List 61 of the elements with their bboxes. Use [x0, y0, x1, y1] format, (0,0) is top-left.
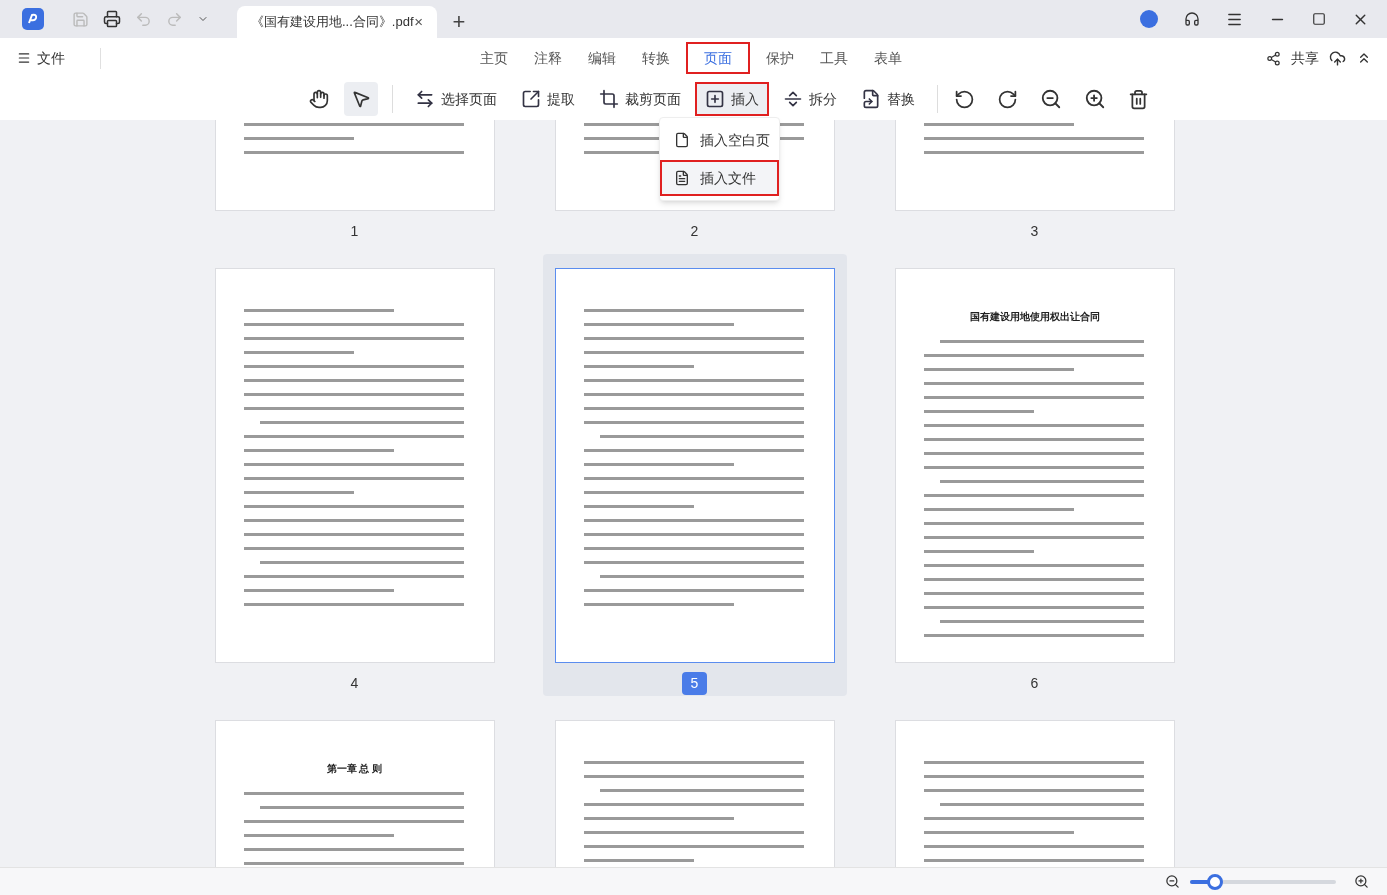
- menu-tab[interactable]: 工具: [809, 42, 858, 74]
- menu-item[interactable]: 插入文件: [660, 160, 779, 196]
- share-label[interactable]: 共享: [1291, 47, 1319, 69]
- crop-icon: [599, 89, 619, 109]
- export-icon: [521, 89, 541, 109]
- cursor-icon: [351, 89, 371, 109]
- page-number[interactable]: 5: [681, 672, 708, 695]
- close-tab-button[interactable]: ×: [414, 10, 423, 34]
- toolbar-button[interactable]: 插入: [695, 82, 769, 116]
- split-icon: [783, 89, 803, 109]
- cloud-upload-icon[interactable]: [1329, 49, 1346, 67]
- support-icon[interactable]: [1184, 11, 1200, 27]
- file-icon: [674, 170, 690, 186]
- menu-tab[interactable]: 注释: [523, 42, 572, 74]
- document-tab[interactable]: 《国有建设用地...合同》.pdf×: [237, 6, 437, 38]
- menu-tab[interactable]: 表单: [863, 42, 912, 74]
- rotate-left-icon[interactable]: [954, 88, 975, 110]
- toolbar-button[interactable]: 替换: [851, 82, 925, 116]
- menu-tab[interactable]: 主页: [469, 42, 518, 74]
- zoom-out-icon[interactable]: [1165, 874, 1180, 889]
- hamburger-icon: [17, 51, 31, 65]
- rotate-right-icon[interactable]: [997, 88, 1018, 110]
- add-page-icon: [705, 89, 725, 109]
- replace-file-icon: [861, 89, 881, 109]
- file-menu[interactable]: 文件: [17, 47, 101, 69]
- zoom-slider[interactable]: [1190, 873, 1336, 890]
- menu-tab[interactable]: 页面: [685, 42, 750, 74]
- maximize-icon[interactable]: [1312, 12, 1326, 26]
- page-heading: 第一章 总 则: [326, 762, 383, 776]
- page-thumbnail[interactable]: 国有建设用地使用权出让合同: [894, 268, 1175, 663]
- hand-icon: [309, 89, 329, 109]
- app-logo-icon[interactable]: [22, 8, 44, 30]
- toolbar-button[interactable]: 选择页面: [405, 82, 507, 116]
- new-tab-button[interactable]: +: [437, 6, 481, 38]
- page-number[interactable]: 6: [1021, 672, 1048, 695]
- zoom-out-icon[interactable]: [1040, 88, 1062, 110]
- print-icon[interactable]: [103, 10, 121, 28]
- zoom-in-icon[interactable]: [1354, 874, 1369, 889]
- toolbar-button[interactable]: 提取: [511, 82, 585, 116]
- page-number[interactable]: 3: [1021, 220, 1048, 243]
- toolbar-button[interactable]: 拆分: [773, 82, 847, 116]
- menu-tab[interactable]: 编辑: [577, 42, 626, 74]
- delete-icon[interactable]: [1128, 88, 1149, 110]
- toolbar-button[interactable]: 裁剪页面: [589, 82, 691, 116]
- menu-tab[interactable]: 保护: [755, 42, 804, 74]
- page-thumbnail[interactable]: [554, 268, 835, 663]
- select-tool-button[interactable]: [344, 82, 378, 116]
- page-number[interactable]: 4: [341, 672, 368, 695]
- swap-page-icon: [415, 89, 435, 109]
- zoom-slider-thumb[interactable]: [1206, 873, 1223, 890]
- page-number[interactable]: 2: [681, 220, 708, 243]
- menu-tab[interactable]: 转换: [631, 42, 680, 74]
- file-icon: [674, 132, 690, 148]
- share-icon[interactable]: [1266, 50, 1281, 66]
- menu-item[interactable]: 插入空白页: [660, 122, 779, 158]
- zoom-in-icon[interactable]: [1084, 88, 1106, 110]
- page-heading: 国有建设用地使用权出让合同: [969, 310, 1100, 324]
- page-thumbnail[interactable]: 第一章 总 则: [214, 720, 495, 867]
- page-number[interactable]: 1: [341, 220, 368, 243]
- tab-title: 《国有建设用地...合同》.pdf: [251, 13, 414, 32]
- user-avatar[interactable]: [1140, 10, 1158, 28]
